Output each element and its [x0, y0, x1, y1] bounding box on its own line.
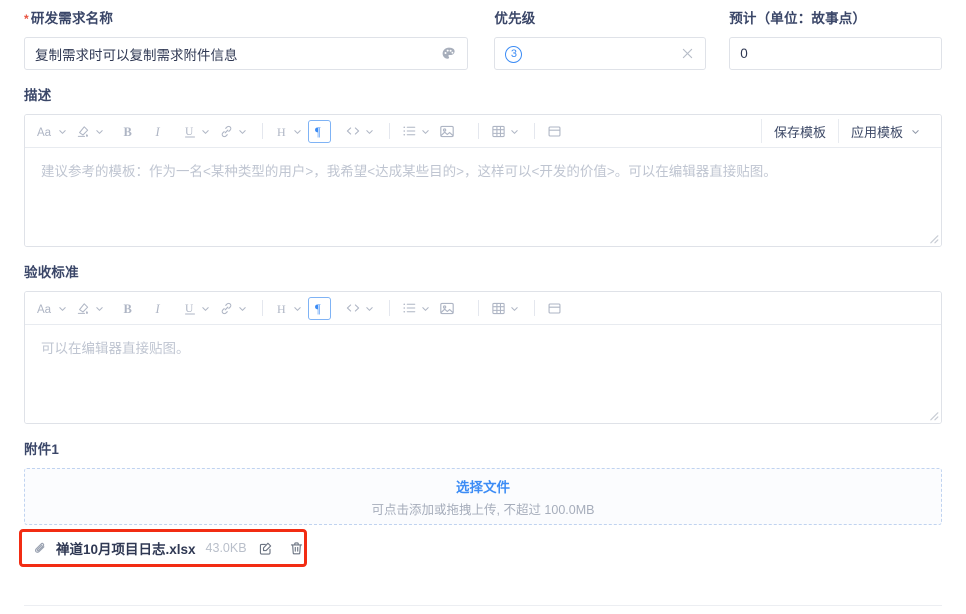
svg-text:U: U [185, 126, 194, 138]
link-icon[interactable] [216, 120, 250, 143]
paperclip-icon [35, 542, 45, 553]
svg-text:Aa: Aa [37, 127, 52, 139]
bold-icon[interactable]: B [118, 120, 138, 143]
acceptance-placeholder: 可以在编辑器直接贴图。 [41, 341, 190, 356]
estimate-value: 0 [740, 46, 748, 61]
heading-icon[interactable]: H [272, 120, 305, 143]
card-icon[interactable] [544, 297, 565, 320]
paragraph-icon[interactable]: ¶ [308, 296, 331, 320]
image-icon[interactable] [436, 120, 458, 143]
palette-icon[interactable] [441, 46, 457, 62]
svg-text:H: H [277, 302, 286, 316]
edit-icon[interactable] [258, 541, 273, 556]
dropzone-hint: 可点击添加或拖拽上传, 不超过 100.0MB [371, 502, 595, 517]
toolbar-separator [478, 300, 479, 316]
svg-text:I: I [155, 125, 161, 139]
resize-grip-icon[interactable] [925, 407, 939, 421]
apply-template-button[interactable]: 应用模板 [837, 119, 932, 143]
paragraph-icon[interactable]: ¶ [308, 119, 331, 143]
label-acceptance: 验收标准 [24, 265, 79, 280]
font-size-icon[interactable]: Aa [34, 120, 70, 143]
text-color-icon[interactable] [73, 120, 107, 143]
text-color-icon[interactable] [73, 297, 107, 320]
description-block: 描述 Aa B I U H ¶ 保存模板 应用模板 建议参考的模板：作为一名<某… [24, 87, 942, 247]
table-icon[interactable] [488, 297, 522, 320]
close-icon[interactable] [680, 46, 695, 61]
toolbar-separator [262, 300, 263, 316]
priority-badge: 3 [505, 45, 523, 63]
save-template-label: 保存模板 [773, 124, 826, 140]
svg-text:I: I [155, 302, 161, 316]
link-icon[interactable] [216, 297, 250, 320]
attached-file-size: 43.0KB [205, 541, 247, 555]
estimate-input[interactable]: 0 [729, 37, 942, 70]
svg-text:B: B [124, 302, 132, 316]
attachment-block: 附件1 选择文件 可点击添加或拖拽上传, 不超过 100.0MB 禅道10月项目… [19, 441, 942, 567]
required-marker: * [24, 12, 29, 26]
toolbar-separator [534, 123, 535, 139]
svg-text:¶: ¶ [315, 125, 321, 139]
label-estimate: 预计（单位：故事点） [729, 11, 867, 26]
label-requirement-name: * 研发需求名称 [24, 10, 468, 28]
select-file-link[interactable]: 选择文件 [456, 476, 510, 496]
file-dropzone[interactable]: 选择文件 可点击添加或拖拽上传, 不超过 100.0MB [24, 468, 942, 525]
image-icon[interactable] [436, 297, 458, 320]
trash-icon[interactable] [289, 541, 304, 556]
underline-icon[interactable]: U [180, 297, 213, 320]
svg-text:Aa: Aa [37, 304, 52, 316]
table-icon[interactable] [488, 120, 522, 143]
field-priority: 优先级 3 [494, 10, 707, 70]
label-attachment: 附件1 [24, 442, 60, 457]
code-icon[interactable] [342, 297, 377, 320]
attached-file-name: 禅道10月项目日志.xlsx [56, 542, 196, 557]
acceptance-block: 验收标准 Aa B I U H ¶ 可以在编辑器直接贴图。 [24, 264, 942, 424]
code-icon[interactable] [342, 120, 377, 143]
description-toolbar: Aa B I U H ¶ 保存模板 应用模板 [25, 115, 941, 148]
label-priority: 优先级 [494, 11, 536, 26]
priority-value-wrap: 3 [505, 45, 680, 63]
svg-text:¶: ¶ [315, 302, 321, 316]
save-template-button[interactable]: 保存模板 [760, 119, 838, 143]
toolbar-separator [389, 300, 390, 316]
font-size-icon[interactable]: Aa [34, 297, 70, 320]
acceptance-editor: Aa B I U H ¶ 可以在编辑器直接贴图。 [24, 291, 942, 424]
label-text: 研发需求名称 [30, 11, 114, 26]
top-fields-row: * 研发需求名称 复制需求时可以复制需求附件信息 优先级 3 预计（单位：故事点… [24, 0, 942, 70]
field-estimate: 预计（单位：故事点） 0 [729, 10, 942, 70]
priority-select[interactable]: 3 [494, 37, 707, 70]
underline-icon[interactable]: U [180, 120, 213, 143]
description-placeholder: 建议参考的模板：作为一名<某种类型的用户>，我希望<达成某些目的>，这样可以<开… [41, 164, 777, 179]
toolbar-separator [478, 123, 479, 139]
card-icon[interactable] [544, 120, 565, 143]
italic-icon[interactable]: I [149, 297, 169, 320]
requirement-form-page: * 研发需求名称 复制需求时可以复制需求附件信息 优先级 3 预计（单位：故事点… [0, 0, 966, 614]
attached-file-row[interactable]: 禅道10月项目日志.xlsx 43.0KB [24, 536, 312, 560]
apply-template-label: 应用模板 [850, 124, 903, 140]
svg-text:U: U [185, 303, 194, 315]
bullet-list-icon[interactable] [399, 297, 433, 320]
bottom-divider [24, 605, 942, 606]
attached-file-wrapper: 禅道10月项目日志.xlsx 43.0KB [19, 529, 312, 567]
label-description: 描述 [24, 88, 52, 103]
description-editor: Aa B I U H ¶ 保存模板 应用模板 建议参考的模板：作为一名<某种类型… [24, 114, 942, 247]
svg-text:H: H [277, 125, 286, 139]
description-textarea[interactable]: 建议参考的模板：作为一名<某种类型的用户>，我希望<达成某些目的>，这样可以<开… [25, 148, 941, 246]
toolbar-separator [534, 300, 535, 316]
acceptance-textarea[interactable]: 可以在编辑器直接贴图。 [25, 325, 941, 423]
svg-text:B: B [124, 125, 132, 139]
bullet-list-icon[interactable] [399, 120, 433, 143]
toolbar-separator [389, 123, 390, 139]
acceptance-toolbar: Aa B I U H ¶ [25, 292, 941, 325]
italic-icon[interactable]: I [149, 120, 169, 143]
bold-icon[interactable]: B [118, 297, 138, 320]
field-requirement-name: * 研发需求名称 复制需求时可以复制需求附件信息 [24, 10, 469, 70]
resize-grip-icon[interactable] [925, 230, 939, 244]
requirement-name-input[interactable]: 复制需求时可以复制需求附件信息 [24, 37, 469, 70]
requirement-name-value: 复制需求时可以复制需求附件信息 [35, 47, 238, 63]
heading-icon[interactable]: H [272, 297, 305, 320]
toolbar-separator [262, 123, 263, 139]
